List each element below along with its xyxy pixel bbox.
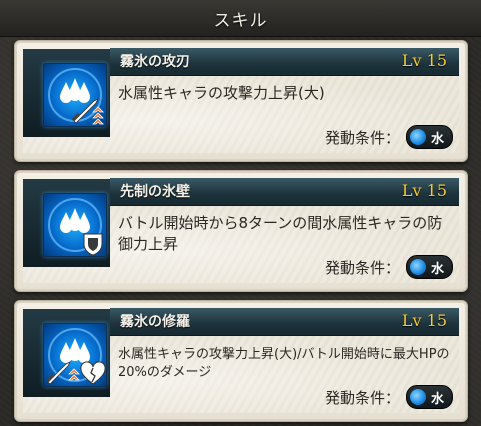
skill-header: スキル <box>0 0 481 37</box>
element-label: 水 <box>430 261 444 277</box>
skill-level: Lv 15 <box>401 181 447 200</box>
element-badge: 水 <box>405 125 453 149</box>
activation-condition: 発動条件： 水 <box>325 255 453 279</box>
icon-frame <box>23 179 110 267</box>
water-element-icon <box>409 129 426 145</box>
broken-heart-icon <box>80 361 106 385</box>
skill-card-1[interactable]: 霧氷の攻刃 Lv 15 水属性キャラの攻撃力上昇(大) 発動条件： 水 <box>14 40 468 162</box>
water-drops-icon <box>60 208 90 233</box>
skill-card-2[interactable]: 先制の氷壁 Lv 15 バトル開始時から8ターンの間水属性キャラの防御力上昇 発… <box>14 170 468 292</box>
skill-description: バトル開始時から8ターンの間水属性キャラの防御力上昇 <box>118 214 443 253</box>
skill-titlebar: 霧氷の修羅 Lv 15 <box>110 308 459 336</box>
skill-name: 先制の氷壁 <box>120 184 190 200</box>
element-label: 水 <box>430 391 444 407</box>
skill-icon <box>43 193 107 257</box>
element-badge: 水 <box>405 255 453 279</box>
activation-condition: 発動条件： 水 <box>325 125 453 149</box>
skill-level: Lv 15 <box>401 311 447 330</box>
up-arrows-icon <box>92 106 104 125</box>
skill-icon <box>43 63 107 127</box>
condition-label: 発動条件： <box>324 388 400 407</box>
shield-icon <box>83 233 103 256</box>
skill-description: 水属性キャラの攻撃力上昇(大) <box>118 84 325 102</box>
skill-description: 水属性キャラの攻撃力上昇(大)/バトル開始時に最大HPの20%のダメージ <box>118 347 450 380</box>
water-element-icon <box>409 259 426 275</box>
up-arrows-icon <box>68 368 80 381</box>
skill-level: Lv 15 <box>401 51 447 70</box>
header-title: スキル <box>213 11 268 31</box>
element-label: 水 <box>430 131 444 147</box>
sword-icon <box>46 361 71 385</box>
water-element-icon <box>409 389 426 405</box>
icon-frame <box>23 309 110 397</box>
water-drops-icon <box>60 338 90 363</box>
condition-label: 発動条件： <box>324 128 400 147</box>
skill-titlebar: 霧氷の攻刃 Lv 15 <box>110 48 459 76</box>
skill-card-3[interactable]: 霧氷の修羅 Lv 15 水属性キャラの攻撃力上昇(大)/バトル開始時に最大HPの… <box>14 300 468 422</box>
condition-label: 発動条件： <box>324 258 400 277</box>
skill-name: 霧氷の攻刃 <box>120 54 190 70</box>
icon-frame <box>23 49 110 137</box>
skill-name: 霧氷の修羅 <box>120 314 190 330</box>
skill-titlebar: 先制の氷壁 Lv 15 <box>110 178 459 206</box>
activation-condition: 発動条件： 水 <box>325 385 453 409</box>
skill-icon <box>43 323 107 387</box>
element-badge: 水 <box>405 385 453 409</box>
water-drops-icon <box>60 78 90 103</box>
